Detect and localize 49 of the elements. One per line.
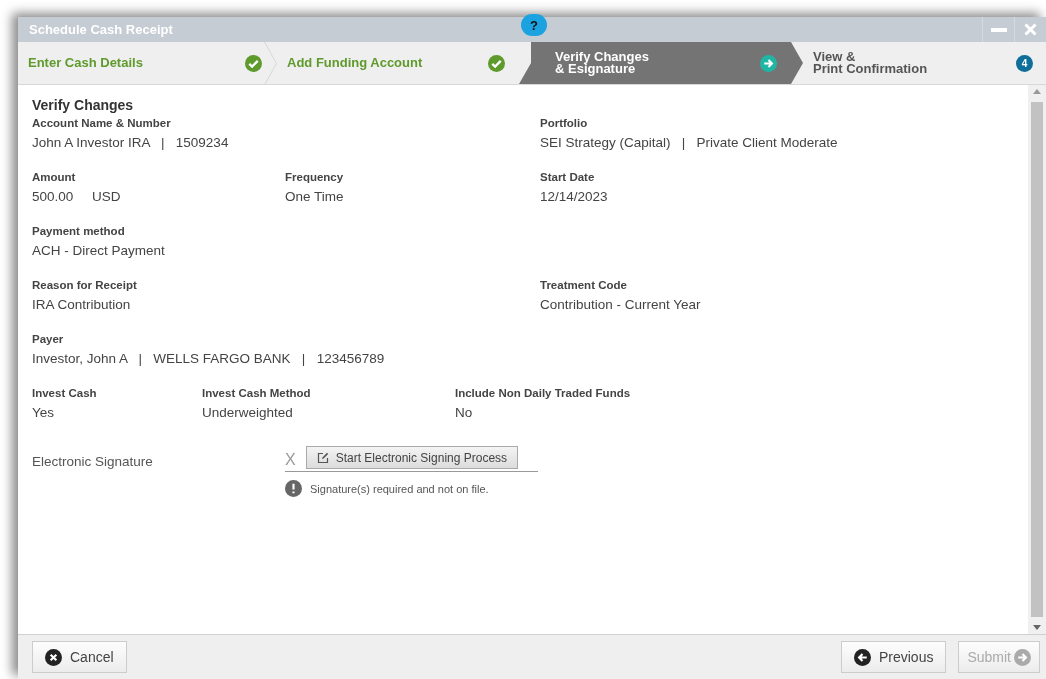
field-label: Treatment Code [540, 279, 628, 291]
edit-icon [316, 451, 329, 464]
field-label: Reason for Receipt [32, 279, 138, 291]
field-label: Frequency [285, 171, 345, 183]
field-label: Start Date [540, 171, 596, 183]
help-button[interactable]: ? [521, 14, 547, 36]
window-title: Schedule Cash Receipt [29, 22, 173, 37]
field-value: Underweighted [202, 405, 294, 420]
warning-text: Signature(s) required and not on file. [310, 482, 489, 495]
field-value: Contribution - Current Year [540, 297, 702, 312]
signature-mark: X [285, 451, 296, 469]
minimize-icon [990, 27, 1007, 32]
arrow-left-icon [853, 648, 871, 666]
field-value: ACH - Direct Payment [32, 243, 166, 258]
section-title: Verify Changes [32, 97, 135, 113]
warning-icon [285, 480, 302, 497]
field-value: One Time [285, 189, 345, 204]
scroll-down-icon[interactable] [1033, 625, 1041, 630]
field-value: Yes [32, 405, 56, 420]
field-value: No [455, 405, 474, 420]
field-label: Payer [32, 333, 65, 345]
field-value: SEI Strategy (Capital) | Private Client Moderate [540, 135, 839, 150]
close-icon [1024, 23, 1037, 36]
wizard-step[interactable]: View & Print Confirmation 4 [803, 42, 1046, 84]
field-label: Account Name & Number [32, 117, 172, 129]
check-icon [488, 54, 505, 72]
check-icon [245, 54, 262, 72]
arrow-right-icon [760, 54, 777, 72]
field-value: John A Investor IRA | 1509234 [32, 135, 230, 150]
cancel-icon [45, 648, 62, 666]
field-value: 12/14/2023 [540, 189, 609, 204]
wizard-step[interactable]: Verify Changes & Esignature [519, 42, 803, 84]
field-value: 500.00 USD [32, 189, 122, 204]
field-label: Amount [32, 171, 77, 183]
scroll-up-icon[interactable] [1033, 89, 1041, 94]
field-label: Include Non Daily Traded Funds [455, 387, 632, 399]
field-label: Invest Cash Method [202, 387, 312, 399]
start-signing-button[interactable]: Start Electronic Signing Process [305, 446, 519, 469]
field-label: Payment method [32, 225, 126, 237]
field-value: IRA Contribution [32, 297, 132, 312]
cancel-button[interactable]: Cancel [32, 641, 127, 673]
scrollbar[interactable] [1028, 85, 1046, 634]
step-number: 4 [1016, 54, 1033, 72]
field-label: Portfolio [540, 117, 589, 129]
arrow-right-icon [1014, 648, 1031, 666]
field-label: Electronic Signature [32, 453, 154, 471]
field-value: Investor, John A | WELLS FARGO BANK | 123456789 [32, 351, 386, 366]
previous-button[interactable]: Previous [840, 641, 947, 673]
field-label: Invest Cash [32, 387, 98, 399]
